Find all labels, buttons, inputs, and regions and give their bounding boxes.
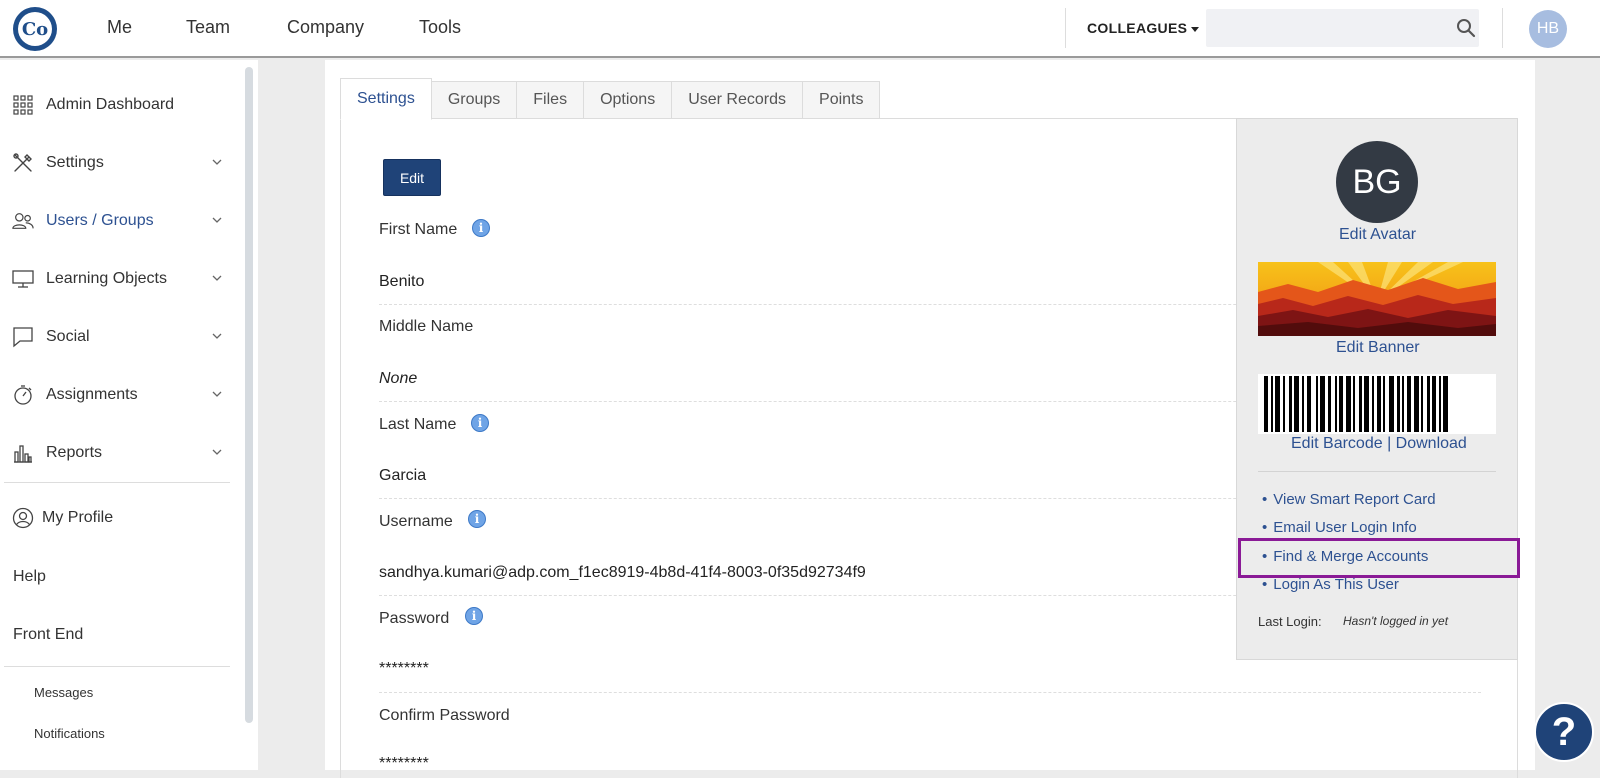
chevron-down-icon — [212, 275, 222, 281]
info-icon[interactable]: i — [465, 607, 483, 625]
edit-barcode-link[interactable]: Edit Barcode — [1291, 435, 1383, 452]
users-icon — [12, 210, 34, 232]
tab-options[interactable]: Options — [584, 81, 673, 119]
view-smart-report-card-link[interactable]: View Smart Report Card — [1262, 491, 1435, 508]
sidebar-item-label: Learning Objects — [46, 270, 167, 287]
tools-icon — [12, 152, 34, 174]
last-login-value: Hasn't logged in yet — [1343, 614, 1449, 628]
sidebar-item-help[interactable]: Help — [13, 568, 46, 586]
sidebar-item-assignments[interactable]: Assignments — [12, 380, 222, 410]
last-name-label: Last Name — [379, 416, 457, 433]
nav-me[interactable]: Me — [107, 17, 132, 38]
tab-files[interactable]: Files — [517, 81, 585, 119]
login-as-this-user-link[interactable]: Login As This User — [1262, 576, 1399, 593]
chat-icon — [12, 326, 34, 348]
sidebar-item-label: My Profile — [42, 509, 114, 526]
confirm-password-label: Confirm Password — [379, 707, 510, 724]
sidebar-item-front-end[interactable]: Front End — [13, 626, 83, 644]
profile-banner-image — [1258, 262, 1496, 336]
sidebar-item-social[interactable]: Social — [12, 322, 222, 352]
sidebar-item-label: Admin Dashboard — [46, 96, 175, 113]
barcode-links: Edit Barcode | Download — [1291, 435, 1467, 453]
chevron-down-icon — [212, 333, 222, 339]
barcode-image — [1258, 374, 1496, 434]
tab-groups[interactable]: Groups — [431, 81, 518, 119]
sidebar-item-my-profile[interactable]: My Profile — [12, 503, 222, 533]
help-button[interactable]: ? — [1534, 702, 1594, 762]
colleagues-dropdown[interactable]: COLLEAGUES — [1087, 20, 1200, 36]
profile-avatar: BG — [1336, 141, 1418, 223]
highlight-box — [1238, 538, 1520, 578]
username-value: sandhya.kumari@adp.com_f1ec8919-4b8d-41f… — [379, 564, 866, 581]
company-logo[interactable]: Co — [13, 7, 57, 51]
tab-settings[interactable]: Settings — [340, 78, 432, 120]
sidebar-item-messages[interactable]: Messages — [34, 685, 93, 700]
logo-mark: Co — [18, 12, 52, 46]
search-input[interactable] — [1206, 9, 1479, 47]
sidebar-item-label: Assignments — [46, 386, 138, 403]
sidebar-item-learning-objects[interactable]: Learning Objects — [12, 264, 222, 294]
edit-button[interactable]: Edit — [383, 159, 441, 196]
caret-down-icon — [1191, 26, 1200, 32]
password-value: ******** — [379, 660, 429, 677]
edit-avatar-link[interactable]: Edit Avatar — [1339, 226, 1416, 244]
nav-team[interactable]: Team — [186, 17, 230, 38]
confirm-password-value: ******** — [379, 755, 429, 772]
info-icon[interactable]: i — [472, 219, 490, 237]
sidebar-item-label: Users / Groups — [46, 212, 154, 229]
info-icon[interactable]: i — [471, 414, 489, 432]
field-divider — [379, 692, 1481, 693]
stopwatch-icon — [12, 384, 34, 406]
first-name-label: First Name — [379, 221, 458, 238]
sidebar-item-users-groups[interactable]: Users / Groups — [12, 206, 222, 236]
last-name-value: Garcia — [379, 467, 427, 484]
nav-tools[interactable]: Tools — [419, 17, 461, 38]
chevron-down-icon — [212, 159, 222, 165]
edit-banner-link[interactable]: Edit Banner — [1336, 339, 1420, 357]
info-icon[interactable]: i — [468, 510, 486, 528]
sidebar-divider — [4, 482, 230, 483]
middle-name-value: None — [379, 370, 418, 387]
email-user-login-info-link[interactable]: Email User Login Info — [1262, 519, 1416, 536]
monitor-icon — [12, 268, 34, 290]
chevron-down-icon — [212, 217, 222, 223]
chevron-down-icon — [212, 391, 222, 397]
user-avatar[interactable]: HB — [1529, 10, 1567, 48]
sidebar-item-notifications[interactable]: Notifications — [34, 726, 105, 741]
nav-divider — [1502, 8, 1503, 48]
barcode-separator: | — [1387, 435, 1392, 452]
sidebar-item-admin-dashboard[interactable]: Admin Dashboard — [12, 90, 222, 120]
search-icon[interactable] — [1456, 18, 1476, 38]
tab-user-records[interactable]: User Records — [672, 81, 804, 119]
colleagues-label: COLLEAGUES — [1087, 20, 1188, 36]
card-divider — [1258, 471, 1496, 472]
sidebar-item-settings[interactable]: Settings — [12, 148, 222, 178]
chevron-down-icon — [212, 449, 222, 455]
sidebar-item-label: Reports — [46, 444, 103, 461]
username-label: Username — [379, 513, 453, 530]
sidebar-item-label: Settings — [46, 154, 104, 171]
nav-company[interactable]: Company — [287, 17, 364, 38]
tab-bar: Settings Groups Files Options User Recor… — [340, 78, 881, 120]
bar-chart-icon — [12, 442, 34, 464]
last-login-label: Last Login: — [1258, 614, 1322, 629]
nav-divider — [1065, 8, 1066, 48]
sidebar-item-reports[interactable]: Reports — [12, 438, 222, 468]
sidebar-item-label: Social — [46, 328, 90, 345]
password-label: Password — [379, 610, 450, 627]
sidebar-scrollbar[interactable] — [245, 67, 253, 723]
sidebar-divider — [4, 666, 230, 667]
middle-name-label: Middle Name — [379, 318, 474, 335]
first-name-value: Benito — [379, 273, 425, 290]
top-navbar: Co Me Team Company Tools COLLEAGUES HB — [0, 0, 1600, 58]
tab-points[interactable]: Points — [803, 81, 881, 119]
download-barcode-link[interactable]: Download — [1396, 435, 1467, 452]
user-circle-icon — [12, 507, 34, 529]
grid-icon — [12, 94, 34, 116]
